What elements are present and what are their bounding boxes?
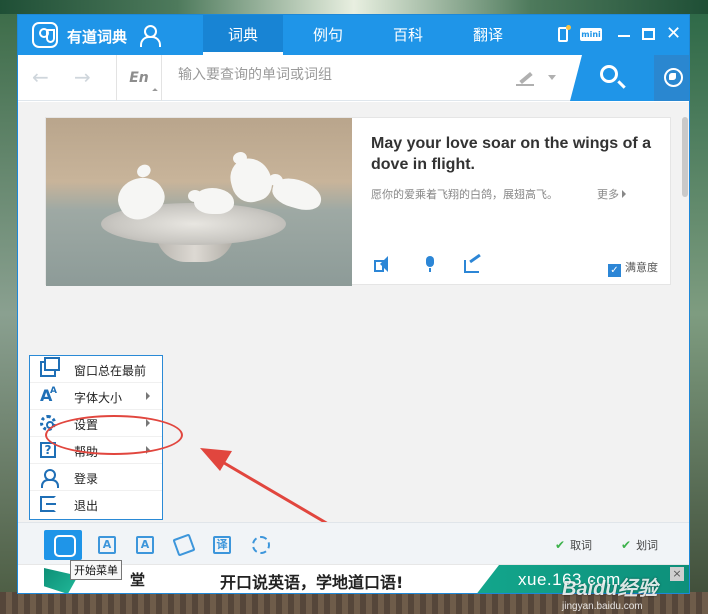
more-link[interactable]: 更多 [597,186,626,202]
desktop-background-left [0,14,17,614]
mobile-icon[interactable] [558,25,571,42]
user-icon [40,469,59,488]
checkbox-checked-icon: ✓ [608,264,621,277]
daily-sentence-card: May your love soar on the wings of a dov… [45,117,671,286]
search-icon [600,65,618,83]
dove-photo [46,118,352,286]
desktop-background-top [0,0,708,14]
window-icon [40,357,60,377]
title-bar: 有道词典 词典 例句 百科 翻译 mini ✕ [18,15,689,55]
mini-mode-button[interactable]: mini [580,28,602,41]
menu-item-font-size[interactable]: A 字体大小 [30,383,162,410]
content-scrollbar[interactable] [682,117,688,197]
youdao-dict-window: 有道词典 词典 例句 百科 翻译 mini ✕ ← → En 输入要查询的单词或… [17,14,690,594]
word-select-toggle[interactable]: 划词 [621,537,658,553]
handwriting-icon[interactable] [516,70,534,86]
tab-encyclopedia[interactable]: 百科 [368,15,448,55]
user-icon[interactable] [140,25,161,47]
submenu-arrow-icon [146,392,150,400]
sync-icon[interactable] [252,536,270,554]
menu-item-label: 登录 [74,472,99,486]
app-title: 有道词典 [67,28,128,46]
desktop-background-right [690,14,708,614]
share-icon[interactable] [464,256,482,273]
text-translate-icon[interactable]: A [98,536,116,554]
minimize-button[interactable] [618,35,630,37]
search-bar: ← → En [18,55,689,101]
tab-dictionary[interactable]: 词典 [203,15,283,55]
ad-left-text: 堂 [130,571,146,589]
tab-translate[interactable]: 翻译 [448,15,528,55]
microphone-icon[interactable] [422,256,440,272]
daily-quote-chinese: 愿你的爱乘着飞翔的白鸽，展翅高飞。 [371,188,558,201]
menu-item-always-on-top[interactable]: 窗口总在最前 [30,356,162,383]
satisfaction-checkbox[interactable]: ✓ 满意度 [608,259,658,277]
translate-book-icon[interactable]: 译 [213,536,231,554]
highlight-ellipse [45,415,183,455]
speaker-icon[interactable] [374,256,392,272]
language-selector[interactable]: En [116,55,162,101]
web-search-button[interactable] [654,55,689,101]
search-input[interactable] [178,67,498,83]
image-translate-icon[interactable]: A [136,536,154,554]
watermark-site: jingyan.baidu.com [562,601,643,612]
watermark: Baidu经验 jingyan.baidu.com [562,572,702,612]
back-arrow-icon[interactable]: ← [32,67,49,87]
youdao-logo-icon [32,22,58,48]
globe-icon [664,68,683,87]
forward-arrow-icon[interactable]: → [74,67,91,87]
watermark-brand: Baidu经验 [562,578,658,600]
chevron-down-icon[interactable] [548,75,556,80]
maximize-button[interactable] [642,28,655,40]
tab-examples[interactable]: 例句 [288,15,368,55]
search-button[interactable] [570,55,654,101]
menu-item-label: 退出 [74,499,99,513]
bottom-toolbar: A A 译 取词 划词 开始菜单 [18,522,689,580]
exit-icon [40,496,56,512]
menu-item-label: 字体大小 [74,391,123,405]
ad-main-text: 开口说英语，学地道口语! [220,573,404,592]
daily-quote-english: May your love soar on the wings of a dov… [371,135,652,173]
note-icon[interactable] [172,533,196,557]
font-size-icon: A [40,383,57,404]
dove-shape [188,188,234,214]
menu-item-label: 窗口总在最前 [74,364,147,378]
menu-item-exit[interactable]: 退出 [30,491,162,518]
satisfaction-label: 满意度 [625,261,658,274]
start-menu-button[interactable] [44,530,82,560]
start-menu-tooltip: 开始菜单 [70,560,122,580]
dove-shape [269,174,325,214]
close-button[interactable]: ✕ [666,25,681,43]
menu-item-login[interactable]: 登录 [30,464,162,491]
word-capture-toggle[interactable]: 取词 [555,537,592,553]
